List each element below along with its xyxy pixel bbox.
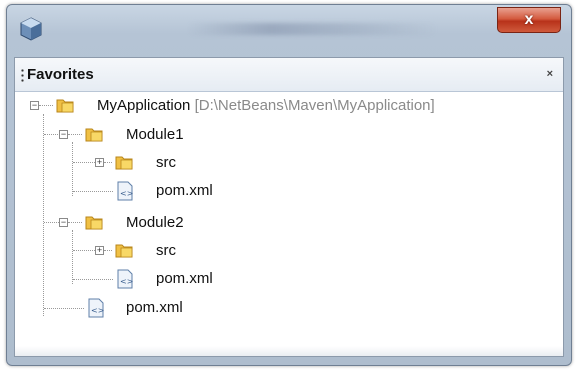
folder-icon xyxy=(115,244,133,258)
tree-item-module1[interactable]: Module1 xyxy=(126,126,184,143)
tree-connector xyxy=(39,105,53,106)
tree-connector xyxy=(44,222,59,223)
folder-icon xyxy=(56,99,74,113)
panel-title: Favorites xyxy=(27,66,94,83)
tree-item-src[interactable]: src xyxy=(156,242,176,259)
favorites-tree: − MyApplication [D:\NetBeans\Maven\MyApp… xyxy=(15,92,563,352)
folder-icon xyxy=(85,128,103,142)
panel-close-button[interactable]: × xyxy=(547,68,553,80)
folder-icon xyxy=(85,216,103,230)
tree-connector xyxy=(68,222,82,223)
root-collapse-toggle[interactable]: − xyxy=(30,101,39,110)
tree-connector xyxy=(73,250,95,251)
drag-grip-icon[interactable] xyxy=(21,68,24,82)
tree-connector xyxy=(68,134,82,135)
tree-connector xyxy=(73,162,95,163)
tree-item-myapplication[interactable]: MyApplication [D:\NetBeans\Maven\MyAppli… xyxy=(97,97,435,114)
root-label: MyApplication xyxy=(97,97,191,114)
window-close-button[interactable]: x xyxy=(497,7,561,33)
window-title-blurred xyxy=(187,23,437,35)
xml-file-icon: <> xyxy=(117,269,133,289)
xml-file-icon: <> xyxy=(88,298,104,318)
tree-item-src[interactable]: src xyxy=(156,154,176,171)
svg-text:<>: <> xyxy=(120,189,133,198)
module2-collapse-toggle[interactable]: − xyxy=(59,218,68,227)
svg-text:<>: <> xyxy=(91,306,104,315)
src-expand-toggle[interactable]: + xyxy=(95,158,104,167)
favorites-panel: Favorites × − MyApplication [D:\NetBeans… xyxy=(14,57,564,357)
tree-item-pom[interactable]: pom.xml xyxy=(156,182,213,199)
tree-connector xyxy=(73,191,113,192)
tree-guide-line xyxy=(43,114,44,316)
svg-text:<>: <> xyxy=(120,277,133,286)
panel-bottom-shade xyxy=(15,346,563,356)
app-cube-icon xyxy=(20,17,42,41)
tree-connector xyxy=(104,250,112,251)
panel-header: Favorites × xyxy=(15,58,563,92)
tree-guide-line xyxy=(72,230,73,284)
tree-item-root-pom[interactable]: pom.xml xyxy=(126,299,183,316)
tree-guide-line xyxy=(72,142,73,196)
tree-connector xyxy=(44,134,58,135)
folder-icon xyxy=(115,156,133,170)
tree-connector xyxy=(104,162,112,163)
app-window: x Favorites × − MyApplication [D:\NetBea… xyxy=(6,4,572,366)
tree-item-module2[interactable]: Module2 xyxy=(126,214,184,231)
xml-file-icon: <> xyxy=(117,181,133,201)
tree-connector xyxy=(44,308,84,309)
root-path: [D:\NetBeans\Maven\MyApplication] xyxy=(194,97,435,114)
tree-item-pom[interactable]: pom.xml xyxy=(156,270,213,287)
title-bar[interactable]: x xyxy=(7,5,571,55)
tree-connector xyxy=(73,279,113,280)
module1-collapse-toggle[interactable]: − xyxy=(59,130,68,139)
src-expand-toggle[interactable]: + xyxy=(95,246,104,255)
